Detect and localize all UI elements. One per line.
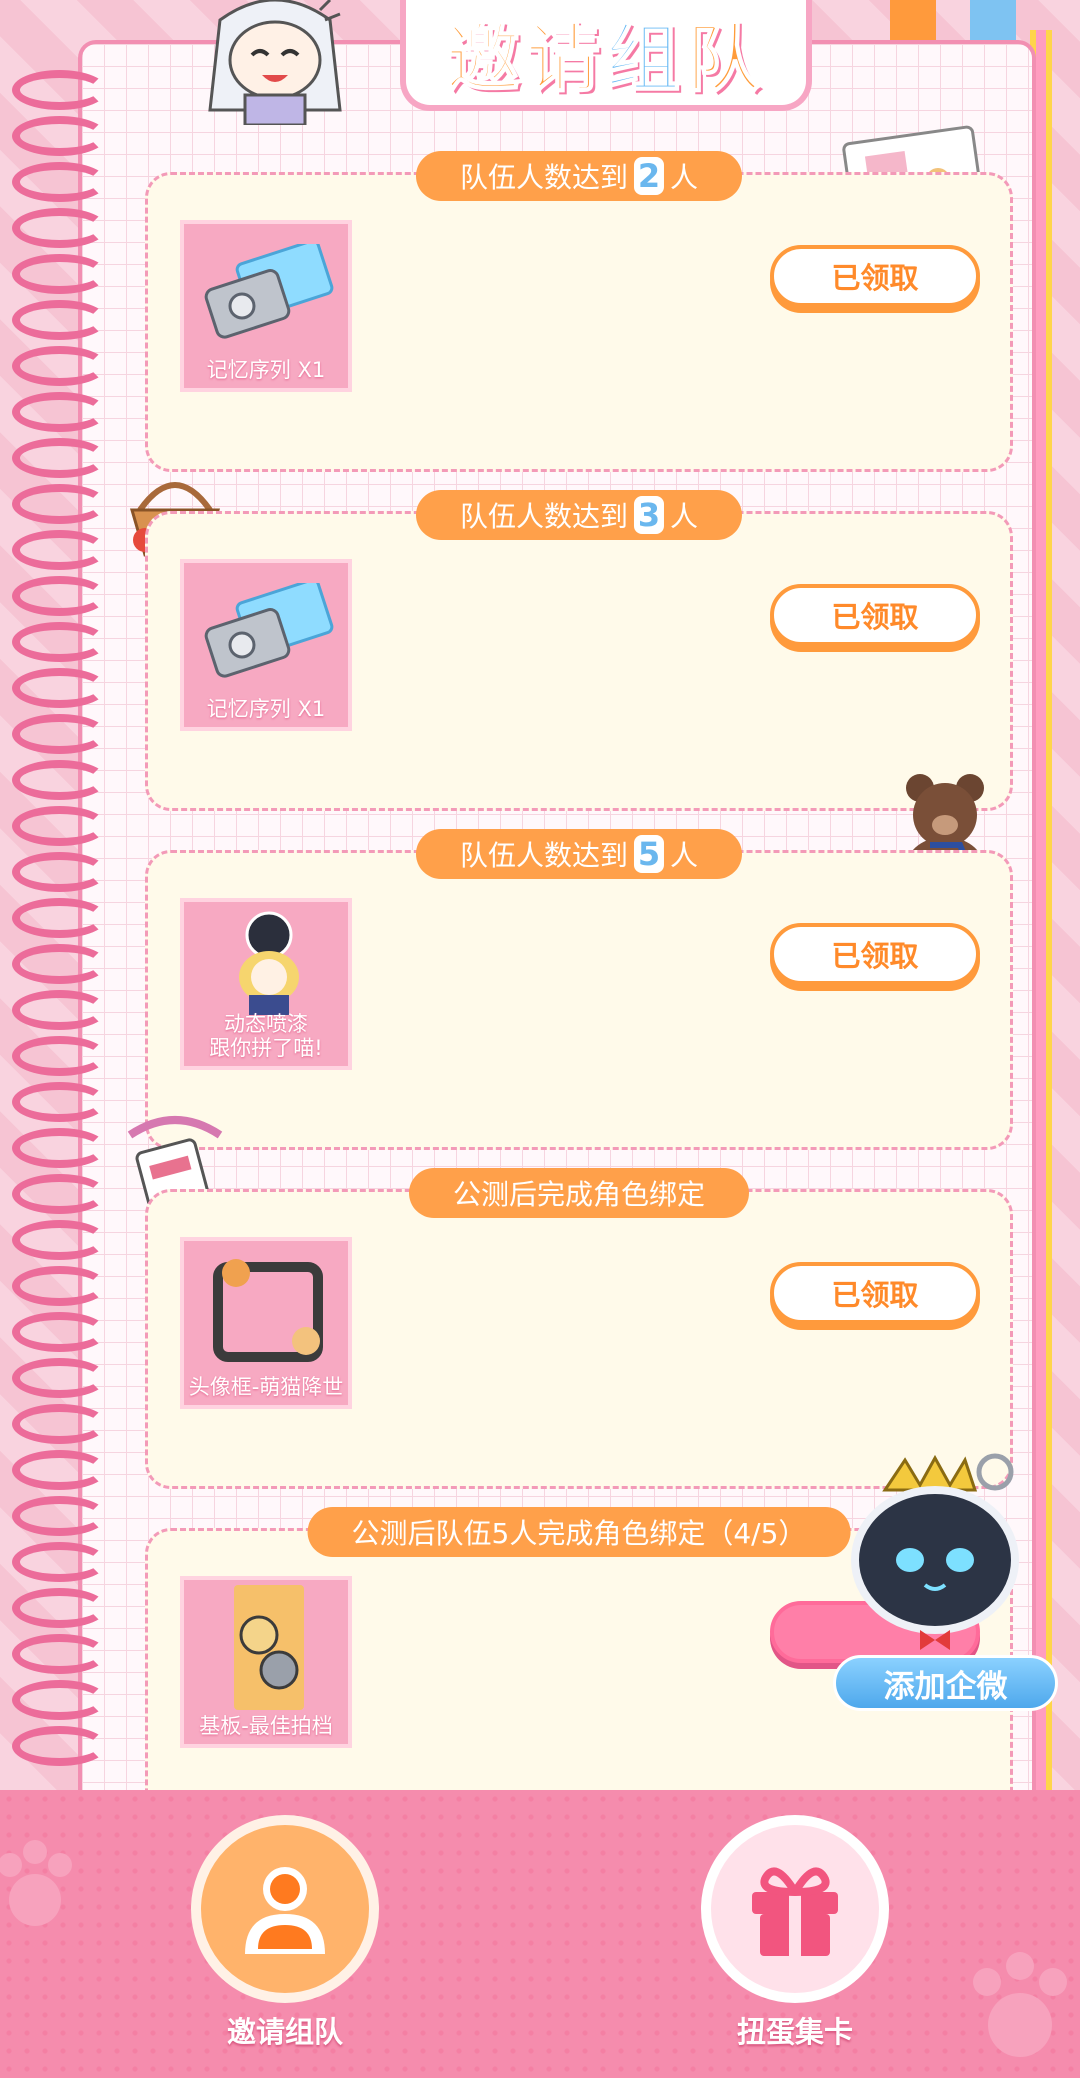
claimed-button[interactable]: 已领取: [770, 584, 980, 646]
tier-title: 公测后队伍5人完成角色绑定（4/5）: [307, 1507, 851, 1557]
reward-tier-card: 公测后完成角色绑定 头像框-萌猫降世 已领取: [145, 1168, 1013, 1489]
spray-sticker-icon: [239, 911, 299, 1015]
team-icon: [245, 1867, 325, 1954]
top-tab-orange: [890, 0, 936, 40]
nav-gacha-cards[interactable]: 扭蛋集卡: [695, 1815, 895, 2051]
claimed-button[interactable]: 已领取: [770, 245, 980, 307]
claimed-button[interactable]: 已领取: [770, 923, 980, 985]
reward-label: 记忆序列 X1: [206, 697, 326, 721]
top-tab-blue: [970, 0, 1016, 40]
base-plate-icon: [234, 1585, 304, 1710]
memory-sequence-icon: [204, 583, 334, 678]
reward-tier-card: 队伍人数达到 2 人 记忆序列 X1 已领取: [145, 151, 1013, 472]
reward-item[interactable]: 记忆序列 X1: [180, 220, 352, 392]
tier-title: 队伍人数达到 3 人: [415, 490, 743, 540]
memory-sequence-icon: [204, 244, 334, 339]
notebook-spiral: [12, 70, 122, 1790]
add-wecom-button[interactable]: 添加企微: [833, 1655, 1058, 1711]
reward-tier-card: 队伍人数达到 5 人 动态喷漆 跟你拼了喵! 已领取: [145, 829, 1013, 1150]
reward-tier-card: 队伍人数达到 3 人 记忆序列 X1 已领取: [145, 490, 1013, 811]
paw-print-icon: [973, 1952, 1067, 2057]
reward-label: 记忆序列 X1: [206, 358, 326, 382]
nav-gacha-circle: [701, 1815, 889, 2003]
reward-label: 动态喷漆 跟你拼了喵!: [209, 1012, 323, 1060]
reward-item[interactable]: 动态喷漆 跟你拼了喵!: [180, 898, 352, 1070]
paw-print-icon: [0, 1840, 72, 1926]
reward-label: 基板-最佳拍档: [199, 1714, 333, 1738]
avatar-frame-icon: [213, 1259, 323, 1362]
nav-label: 扭蛋集卡: [736, 2015, 853, 2049]
bottom-nav: 邀请组队 扭蛋集卡: [0, 1790, 1080, 2078]
nav-invite-circle: [191, 1815, 379, 2003]
robot-mascot-icon: [851, 1453, 1019, 1650]
nav-invite-team[interactable]: 邀请组队: [185, 1815, 385, 2051]
main-stage: 邀请组队 队伍人数达到 2 人 记忆序列 X1 已领取 队伍人数达到 3 人 记…: [0, 0, 1080, 1790]
reward-label: 头像框-萌猫降世: [188, 1375, 344, 1399]
tier-title: 队伍人数达到 5 人: [415, 829, 743, 879]
chibi-mascot-icon: [208, 0, 342, 125]
nav-label: 邀请组队: [226, 2015, 343, 2049]
tier-title: 队伍人数达到 2 人: [415, 151, 743, 201]
page-title: 邀请组队: [400, 0, 812, 111]
reward-item[interactable]: 记忆序列 X1: [180, 559, 352, 731]
reward-item[interactable]: 头像框-萌猫降世: [180, 1237, 352, 1409]
claimed-button[interactable]: 已领取: [770, 1262, 980, 1324]
gift-icon: [752, 1867, 838, 1956]
reward-item[interactable]: 基板-最佳拍档: [180, 1576, 352, 1748]
tier-title: 公测后完成角色绑定: [408, 1168, 750, 1218]
